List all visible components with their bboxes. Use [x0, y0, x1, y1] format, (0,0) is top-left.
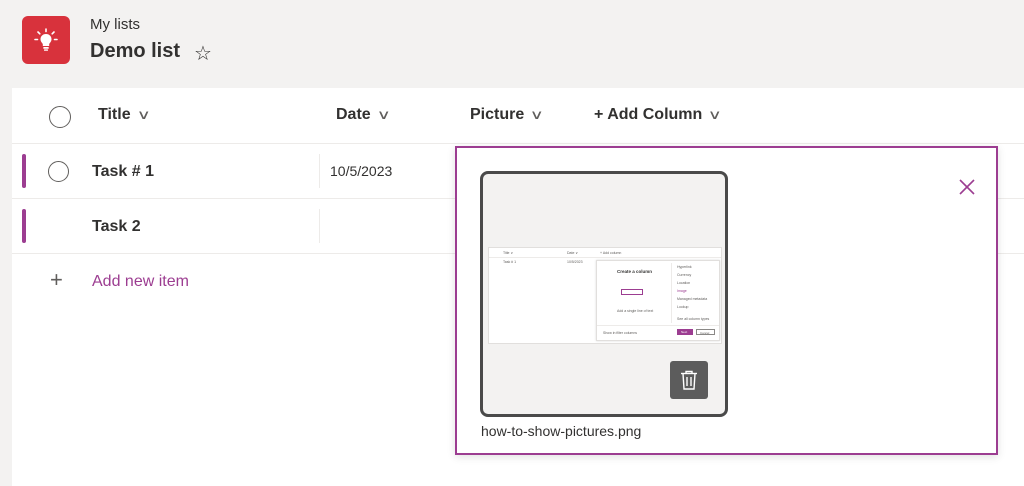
thumbnail-divider — [671, 263, 672, 323]
thumbnail-text: See all column types — [677, 317, 710, 321]
column-divider — [319, 209, 320, 243]
column-header-picture[interactable]: Picture ∨ — [470, 106, 545, 124]
thumbnail-text: Title ∨ — [503, 251, 514, 255]
thumbnail-text: Add a single line of text — [617, 309, 654, 313]
column-header-label: Picture — [470, 106, 525, 123]
row-select-checkbox[interactable] — [48, 161, 69, 182]
thumbnail-text: Hyperlink — [677, 265, 692, 269]
column-header-title[interactable]: Title ∨ — [98, 106, 151, 124]
image-filename: how-to-show-pictures.png — [481, 423, 642, 439]
thumbnail-text: Lookup — [677, 305, 689, 309]
thumbnail-text: Location — [677, 281, 691, 285]
chevron-down-icon: ∨ — [136, 107, 151, 122]
thumbnail-text: Managed metadata — [677, 297, 708, 301]
trash-icon[interactable] — [670, 361, 708, 399]
thumbnail-text: 10/5/2023 — [567, 260, 583, 264]
row-title[interactable]: Task # 1 — [92, 163, 154, 181]
chevron-down-icon: ∨ — [529, 107, 545, 122]
chevron-down-icon: ∨ — [707, 107, 723, 122]
thumbnail-text: Task # 1 — [503, 260, 517, 264]
row-indicator — [22, 209, 26, 243]
row-indicator — [22, 154, 26, 188]
thumbnail-button: Cancel — [696, 329, 715, 335]
add-column-button[interactable]: + Add Column ∨ — [594, 106, 723, 124]
star-outline-icon[interactable]: ☆ — [194, 41, 212, 66]
add-new-item-label: Add new item — [92, 273, 189, 290]
lightbulb-icon[interactable] — [22, 16, 70, 64]
thumbnail-divider — [489, 257, 721, 258]
thumbnail-input — [621, 289, 643, 295]
picture-preview-popup: Title ∨ Date ∨ + Add column Task # 1 10/… — [455, 146, 998, 455]
thumbnail-panel: Create a column Add a single line of tex… — [596, 260, 720, 341]
page-title: Demo list — [90, 40, 181, 62]
column-header-date[interactable]: Date ∨ — [336, 106, 391, 124]
plus-icon: + — [50, 267, 63, 292]
column-header-label: + Add Column — [594, 106, 703, 123]
add-new-item-button[interactable]: + Add new item — [12, 254, 312, 309]
thumbnail-text: Create a column — [617, 269, 653, 274]
thumbnail-text: + Add column — [600, 251, 622, 255]
column-header-label: Title — [98, 106, 131, 123]
thumbnail-text: Date ∨ — [567, 251, 578, 255]
thumbnail-text: Next — [681, 330, 688, 334]
close-icon[interactable] — [956, 176, 978, 198]
chevron-down-icon: ∨ — [376, 107, 391, 122]
column-header-row: Title ∨ Date ∨ Picture ∨ + Add Column ∨ — [12, 88, 1024, 144]
column-header-label: Date — [336, 106, 371, 123]
image-thumbnail[interactable]: Title ∨ Date ∨ + Add column Task # 1 10/… — [480, 171, 728, 417]
select-all-checkbox[interactable] — [49, 106, 71, 128]
thumbnail-text: Currency — [677, 273, 692, 277]
row-date: 10/5/2023 — [330, 163, 393, 179]
thumbnail-text: Image — [677, 289, 687, 293]
thumbnail-text: Show in filter columns — [603, 331, 638, 335]
thumbnail-screenshot: Title ∨ Date ∨ + Add column Task # 1 10/… — [488, 247, 722, 344]
column-divider — [319, 154, 320, 188]
thumbnail-divider — [597, 325, 719, 326]
breadcrumb[interactable]: My lists — [90, 16, 140, 33]
row-title[interactable]: Task 2 — [92, 218, 141, 236]
list-header: My lists Demo list ☆ — [0, 0, 1024, 88]
thumbnail-text: Cancel — [700, 331, 710, 335]
thumbnail-button: Next — [677, 329, 693, 335]
